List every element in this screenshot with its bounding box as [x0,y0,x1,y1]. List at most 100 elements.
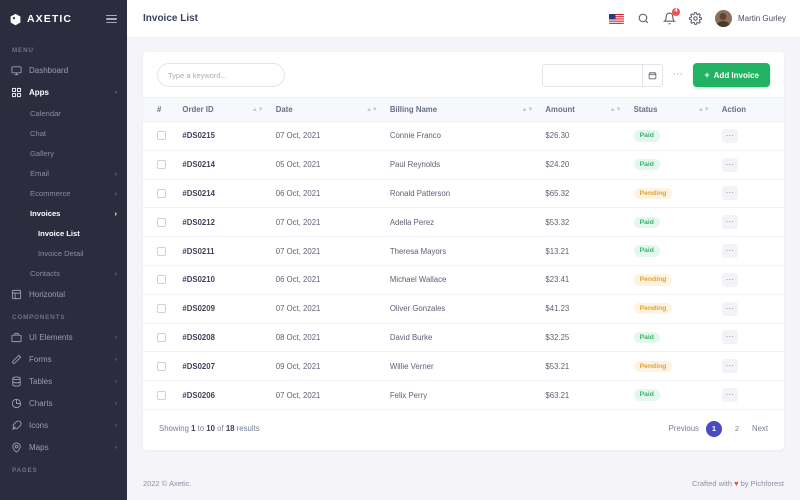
status-badge: Paid [633,245,660,257]
more-options-button[interactable]: ⋯ [671,70,686,80]
column-header-order-id[interactable]: Order ID ▲▼ [182,97,276,122]
sidebar-sub-label: Contacts [30,268,60,278]
column-header-amount[interactable]: Amount ▲▼ [545,97,634,122]
column-header-action: Action [721,97,784,122]
hamburger-icon[interactable] [105,12,118,27]
sidebar-item-ui-elements[interactable]: UI Elements › [0,326,127,348]
row-checkbox[interactable] [157,131,166,141]
pie-chart-icon [11,398,22,409]
layout-icon [11,289,22,300]
row-action-button[interactable]: ⋯ [721,388,738,403]
hexagon-shield-icon [9,13,22,26]
sidebar-item-label: Apps [29,87,49,97]
sidebar-item-dashboard[interactable]: Dashboard [0,59,127,81]
row-action-button[interactable]: ⋯ [721,272,738,287]
sidebar-item-icons[interactable]: Icons › [0,414,127,436]
row-checkbox[interactable] [157,160,166,170]
sidebar-item-charts[interactable]: Charts › [0,392,127,414]
us-flag-icon[interactable] [608,13,624,24]
row-checkbox[interactable] [157,217,166,227]
sidebar-item-invoices[interactable]: Invoices › [0,203,127,223]
column-header-date[interactable]: Date ▲▼ [275,97,390,122]
row-checkbox-cell [143,294,183,324]
sidebar-item-label: Tables [29,376,53,386]
table-row: #DS0211 07 Oct, 2021 Theresa Mayors $13.21 P… [143,236,784,266]
row-checkbox[interactable] [157,390,166,400]
row-action-button[interactable]: ⋯ [721,359,738,374]
cell-action: ⋯ [721,323,784,353]
sidebar-item-tables[interactable]: Tables › [0,370,127,392]
range-from: 1 [191,424,196,434]
cell-billing-name: Willie Verner [389,351,546,382]
sidebar-item-ecommerce[interactable]: Ecommerce › [0,183,127,203]
pagination-next[interactable]: Next [752,424,768,433]
row-checkbox[interactable] [157,275,166,285]
gear-icon[interactable] [688,12,702,25]
range-of: of [217,424,224,434]
column-header-billing-name[interactable]: Billing Name ▲▼ [389,97,546,122]
row-checkbox[interactable] [157,188,166,198]
status-badge: Paid [633,130,660,142]
row-action-button[interactable]: ⋯ [721,186,738,201]
row-checkbox-cell [143,351,183,382]
sidebar-item-maps[interactable]: Maps › [0,436,127,458]
sidebar-brand: AXETIC [0,0,127,38]
search-input[interactable] [157,63,285,87]
sidebar-sub-label: Gallery [30,148,55,158]
row-checkbox[interactable] [157,304,166,314]
user-menu[interactable]: Martin Gurley [714,10,786,27]
notifications-button[interactable]: 4 [662,8,680,25]
search-icon[interactable] [637,12,650,25]
row-action-button[interactable]: ⋯ [721,330,738,345]
sidebar-item-gallery[interactable]: Gallery [0,143,127,163]
chevron-right-icon: › [114,268,117,278]
row-action-button[interactable]: ⋯ [721,301,738,316]
sidebar-item-email[interactable]: Email › [0,163,127,183]
chevron-right-icon: › [114,421,117,429]
row-action-button[interactable]: ⋯ [721,128,738,143]
cell-date: 06 Oct, 2021 [275,179,390,209]
pagination-page-2[interactable]: 2 [729,421,745,437]
cell-order-id: #DS0215 [182,121,276,151]
row-checkbox[interactable] [157,246,166,256]
sidebar-item-forms[interactable]: Forms › [0,348,127,370]
cell-action: ⋯ [721,380,784,410]
add-invoice-button[interactable]: + Add Invoice [693,63,770,87]
date-input[interactable] [541,63,642,87]
calendar-icon[interactable] [641,63,663,87]
sidebar-item-calendar[interactable]: Calendar [0,103,127,123]
credit-prefix: Crafted with [691,479,732,488]
sidebar-item-contacts[interactable]: Contacts › [0,263,127,283]
cell-order-id: #DS0210 [182,265,276,295]
row-checkbox-cell [143,179,183,209]
sidebar-item-chat[interactable]: Chat [0,123,127,143]
cell-date: 09 Oct, 2021 [275,351,390,382]
cell-order-id: #DS0206 [182,380,276,410]
sidebar-item-apps[interactable]: Apps › [0,81,127,103]
pagination-page-1[interactable]: 1 [705,420,722,437]
sidebar-item-invoice-list[interactable]: Invoice List [0,223,127,243]
row-action-button[interactable]: ⋯ [721,215,738,230]
row-action-button[interactable]: ⋯ [721,244,738,259]
showing-prefix: Showing [159,424,189,434]
row-checkbox[interactable] [157,361,166,371]
app-root: AXETIC MENU Dashboard Apps › Calendar Ch… [0,0,800,500]
brand-logo[interactable]: AXETIC [9,13,72,26]
pen-icon [11,354,22,365]
table-row: #DS0207 09 Oct, 2021 Willie Verner $53.21 Pe… [143,351,784,382]
chevron-right-icon: › [114,188,117,198]
chevron-right-icon: › [114,443,117,451]
pagination-previous[interactable]: Previous [669,424,699,433]
cell-amount: $32.25 [545,323,634,353]
row-action-button[interactable]: ⋯ [721,157,738,172]
table-toolbar: ⋯ + Add Invoice [143,52,784,97]
cell-status: Paid [633,207,722,238]
cell-billing-name: Adella Perez [389,207,546,238]
cell-action: ⋯ [721,207,784,238]
cell-date: 06 Oct, 2021 [275,265,390,295]
row-checkbox[interactable] [157,332,166,342]
sidebar-item-invoice-detail[interactable]: Invoice Detail [0,243,127,263]
cell-amount: $26.30 [545,121,634,151]
column-header-status[interactable]: Status ▲▼ [633,97,722,122]
sidebar-item-horizontal[interactable]: Horizontal [0,283,127,305]
